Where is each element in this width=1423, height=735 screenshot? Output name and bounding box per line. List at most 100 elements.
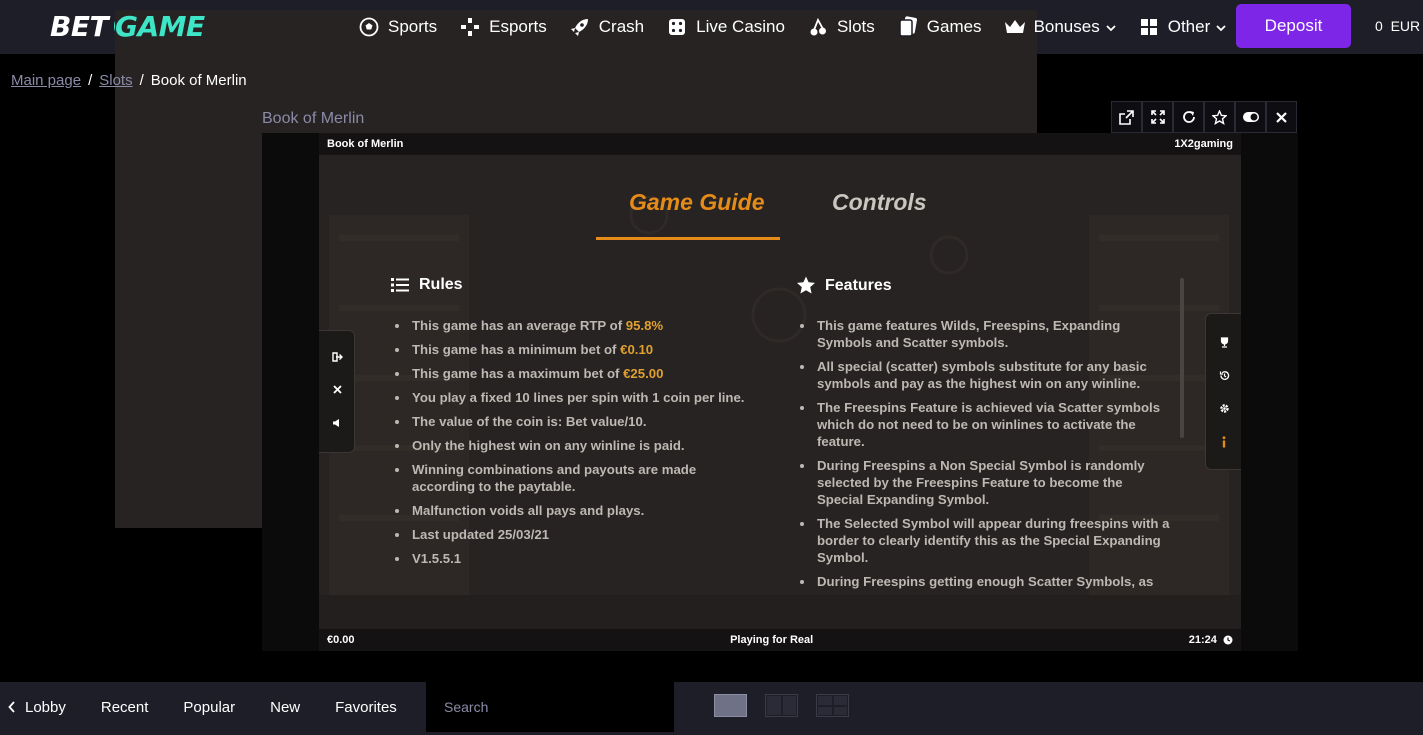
list-item: Only the highest win on any winline is p… bbox=[392, 437, 762, 454]
top-header: BET N GAME Sports Esports Crash Live Cas… bbox=[0, 0, 1423, 528]
grid-icon bbox=[1138, 16, 1160, 38]
reload-button[interactable] bbox=[1173, 101, 1204, 133]
game-frame: Book of Merlin 1X2gaming Game Guide Cont… bbox=[262, 133, 1298, 651]
sound-button[interactable] bbox=[319, 406, 355, 439]
game-balance: €0.00 bbox=[327, 634, 355, 646]
list-item: You play a fixed 10 lines per spin with … bbox=[392, 389, 762, 406]
logo-bet: BET bbox=[50, 9, 109, 43]
info-icon bbox=[1222, 435, 1226, 447]
deposit-button[interactable]: Deposit bbox=[1236, 4, 1351, 48]
list-item: This game features Wilds, Freespins, Exp… bbox=[797, 317, 1171, 351]
game-clock: 21:24 bbox=[1189, 634, 1233, 646]
nav-crash[interactable]: Crash bbox=[569, 16, 644, 38]
breadcrumb-separator: / bbox=[139, 72, 144, 89]
tab-game-guide[interactable]: Game Guide bbox=[629, 189, 764, 216]
nav-bonuses[interactable]: Bonuses bbox=[1004, 16, 1116, 38]
close-guide-button[interactable] bbox=[319, 373, 355, 406]
dice-icon bbox=[666, 16, 688, 38]
list-item: During Freespins getting enough Scatter … bbox=[797, 573, 1171, 590]
chevron-left-icon bbox=[8, 701, 15, 713]
list-item: Last updated 25/03/21 bbox=[392, 526, 762, 543]
tab-favorites[interactable]: Favorites bbox=[335, 699, 397, 716]
logo[interactable]: BET N GAME bbox=[50, 9, 1037, 528]
game-top-bar: Book of Merlin 1X2gaming bbox=[319, 133, 1241, 155]
features-heading: Features bbox=[796, 276, 892, 295]
rocket-icon bbox=[569, 16, 591, 38]
game-frame-title: Book of Merlin bbox=[327, 138, 404, 150]
nav-other[interactable]: Other bbox=[1138, 16, 1227, 38]
fullscreen-button[interactable] bbox=[1142, 101, 1173, 133]
list-item: This game has a minimum bet of €0.10 bbox=[392, 341, 762, 358]
tab-popular[interactable]: Popular bbox=[183, 699, 235, 716]
game-canvas[interactable]: Book of Merlin 1X2gaming Game Guide Cont… bbox=[319, 133, 1241, 651]
game-mode: Playing for Real bbox=[730, 634, 814, 646]
refresh-icon bbox=[1182, 111, 1195, 123]
star-icon bbox=[1212, 109, 1227, 125]
nav-esports[interactable]: Esports bbox=[459, 16, 547, 38]
expand-icon bbox=[1150, 110, 1165, 124]
balance-display[interactable]: 0 EUR bbox=[1375, 18, 1420, 34]
nav-live-casino[interactable]: Live Casino bbox=[666, 16, 785, 38]
gamepad-icon bbox=[459, 16, 481, 38]
exit-icon bbox=[331, 351, 343, 362]
list-item: V1.5.5.1 bbox=[392, 550, 762, 567]
search-input[interactable]: Search bbox=[426, 682, 674, 732]
layout-switcher bbox=[714, 694, 867, 717]
paytable-button[interactable] bbox=[1206, 326, 1241, 359]
nav-slots[interactable]: Slots bbox=[807, 16, 875, 38]
close-icon bbox=[1276, 111, 1287, 123]
nav-games[interactable]: Games bbox=[897, 16, 982, 38]
nav-games-label: Games bbox=[926, 17, 982, 36]
bottom-bar: Lobby Recent Popular New Favorites Searc… bbox=[0, 682, 1423, 735]
cherries-icon bbox=[807, 16, 829, 38]
chevron-down-icon bbox=[1216, 17, 1226, 37]
nav-esports-label: Esports bbox=[489, 17, 547, 36]
features-scrollbar[interactable] bbox=[1180, 278, 1184, 438]
features-list: This game features Wilds, Freespins, Exp… bbox=[797, 317, 1171, 597]
nav-sports[interactable]: Sports bbox=[358, 16, 437, 38]
nav-other-label: Other bbox=[1167, 17, 1211, 36]
list-item: During Freespins a Non Special Symbol is… bbox=[797, 457, 1171, 508]
nav-bonuses-label: Bonuses bbox=[1033, 17, 1100, 36]
theme-toggle-button[interactable] bbox=[1235, 101, 1266, 133]
game-bottom-bar: €0.00 Playing for Real 21:24 bbox=[319, 629, 1241, 651]
breadcrumb-slots[interactable]: Slots bbox=[99, 72, 132, 89]
balance-amount: 0 bbox=[1375, 18, 1383, 34]
history-button[interactable] bbox=[1206, 359, 1241, 392]
lobby-tabs: Lobby Recent Popular New Favorites bbox=[0, 682, 432, 732]
layout-single-button[interactable] bbox=[714, 694, 747, 717]
list-icon bbox=[391, 278, 409, 292]
rules-list: This game has an average RTP of 95.8% Th… bbox=[392, 317, 762, 574]
favorite-button[interactable] bbox=[1204, 101, 1235, 133]
settings-button[interactable] bbox=[1206, 392, 1241, 425]
chevron-down-icon bbox=[1106, 17, 1116, 37]
rules-heading-label: Rules bbox=[419, 276, 463, 293]
layout-double-button[interactable] bbox=[765, 694, 798, 717]
list-item: This game has a maximum bet of €25.00 bbox=[392, 365, 762, 382]
layout-quad-button[interactable] bbox=[816, 694, 849, 717]
rules-heading: Rules bbox=[391, 276, 463, 294]
breadcrumb-current: Book of Merlin bbox=[150, 72, 247, 89]
nav-live-casino-label: Live Casino bbox=[696, 17, 785, 36]
nav-crash-label: Crash bbox=[598, 17, 645, 36]
features-heading-label: Features bbox=[825, 276, 892, 294]
tab-lobby[interactable]: Lobby bbox=[8, 699, 66, 716]
clock-icon bbox=[1223, 635, 1233, 645]
game-provider: 1X2gaming bbox=[1174, 138, 1233, 150]
open-external-button[interactable] bbox=[1111, 101, 1142, 133]
close-button[interactable] bbox=[1266, 101, 1297, 133]
speaker-icon bbox=[333, 418, 339, 427]
close-icon bbox=[332, 385, 342, 394]
toggle-icon bbox=[1242, 112, 1259, 122]
info-button[interactable] bbox=[1206, 425, 1241, 458]
external-link-icon bbox=[1119, 109, 1134, 125]
crown-icon bbox=[1004, 16, 1026, 38]
breadcrumb-home[interactable]: Main page bbox=[11, 72, 81, 89]
tab-controls[interactable]: Controls bbox=[832, 189, 927, 216]
balance-currency: EUR bbox=[1390, 18, 1421, 34]
exit-game-button[interactable] bbox=[319, 340, 355, 373]
tab-recent[interactable]: Recent bbox=[101, 699, 149, 716]
right-game-controls bbox=[1205, 313, 1241, 470]
tab-new[interactable]: New bbox=[270, 699, 300, 716]
list-item: This game has an average RTP of 95.8% bbox=[392, 317, 762, 334]
